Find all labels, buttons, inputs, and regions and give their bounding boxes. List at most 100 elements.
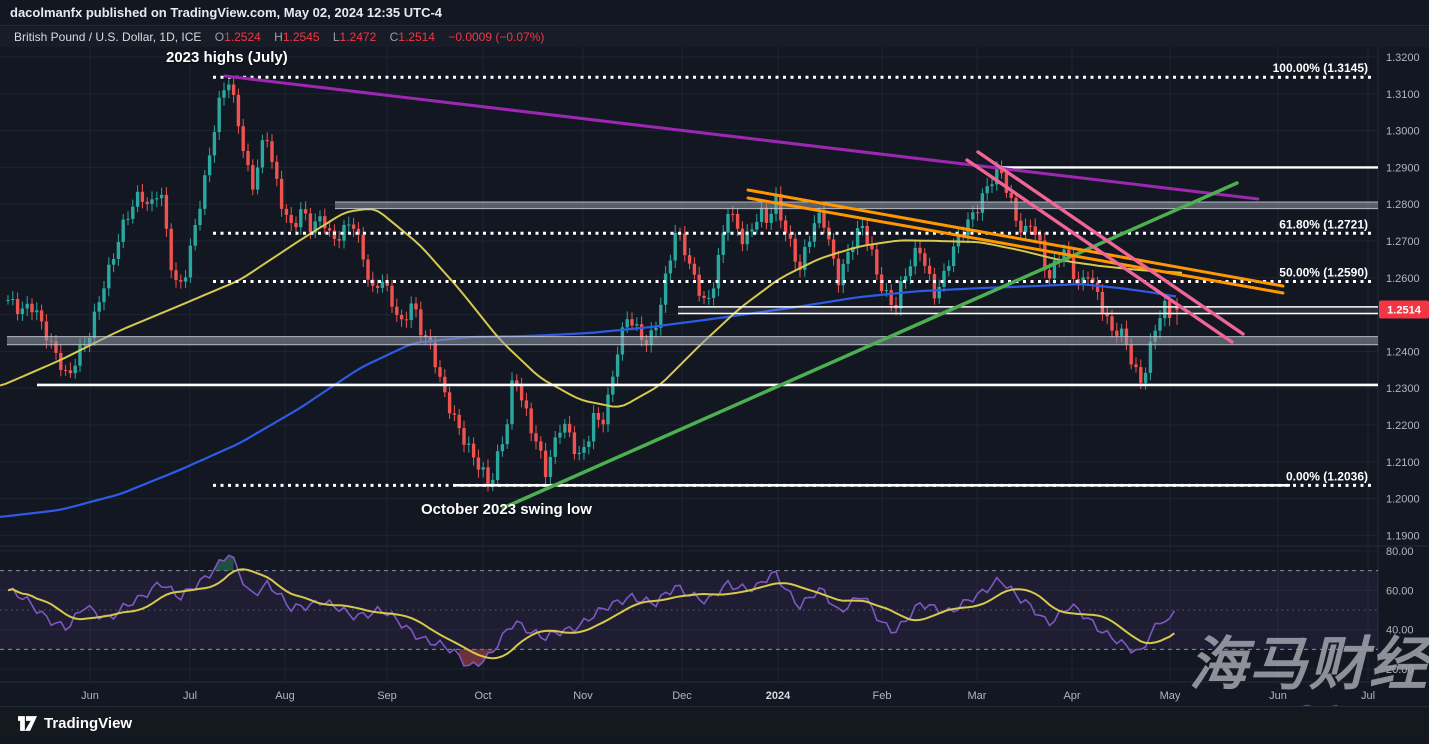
candle-body [266, 140, 269, 141]
candle-body [122, 220, 125, 242]
candle-body [30, 304, 33, 312]
tradingview-logo[interactable]: TradingView [18, 715, 132, 732]
resistance-zone-1.2800[interactable] [335, 202, 1378, 209]
annotation-oct-2023-low[interactable]: October 2023 swing low [421, 501, 592, 518]
candle-body [1120, 329, 1123, 336]
price-tick: 1.1900 [1386, 530, 1420, 542]
time-tick[interactable]: Oct [474, 690, 491, 702]
candle-body [347, 225, 350, 226]
candle-body [1130, 344, 1133, 364]
chart-area[interactable]: 1.32001.31001.30001.29001.28001.27001.26… [0, 47, 1429, 739]
rsi-tick: 20.00 [1386, 664, 1414, 676]
candle-body [232, 84, 235, 94]
ma-slow-line [0, 284, 1176, 517]
candle-body [602, 420, 605, 425]
candle-body [558, 433, 561, 438]
rsi-tick: 60.00 [1386, 585, 1414, 597]
time-tick[interactable]: Sep [377, 690, 397, 702]
candle-body [914, 248, 917, 267]
candle-body [630, 319, 633, 325]
time-tick[interactable]: Jul [183, 690, 197, 702]
time-tick[interactable]: Mar [968, 690, 987, 702]
candle-body [506, 424, 509, 444]
candle-body [808, 242, 811, 247]
pivot-zone-1.2510[interactable] [678, 307, 1378, 314]
candle-body [21, 308, 24, 314]
candle-body [942, 271, 945, 287]
candle-body [578, 453, 581, 454]
candle-body [419, 309, 422, 335]
candle-body [26, 304, 29, 309]
candle-body [448, 392, 451, 413]
price-tick: 1.2600 [1386, 273, 1420, 285]
low-value: 1.2472 [340, 30, 377, 44]
candle-body [246, 151, 249, 165]
price-tick: 1.3100 [1386, 89, 1420, 101]
symbol-title[interactable]: British Pound / U.S. Dollar, 1D, ICE [14, 30, 201, 44]
time-tick[interactable]: 2024 [766, 690, 791, 702]
candle-body [626, 319, 629, 327]
candle-body [400, 315, 403, 319]
candle-body [784, 220, 787, 233]
time-tick[interactable]: Jun [81, 690, 99, 702]
high-value: 1.2545 [283, 30, 320, 44]
price-chart-canvas[interactable]: 1.32001.31001.30001.29001.28001.27001.26… [0, 47, 1429, 739]
candle-body [74, 366, 77, 374]
candle-body [1115, 331, 1118, 336]
candle-body [261, 140, 264, 167]
candle-body [1158, 318, 1161, 330]
price-tick: 1.2800 [1386, 199, 1420, 211]
candle-body [338, 239, 341, 241]
downtrend-purple[interactable] [225, 76, 1258, 199]
candle-body [861, 226, 864, 228]
candle-body [328, 228, 331, 230]
rsi-tick: 80.00 [1386, 546, 1414, 558]
candle-body [213, 132, 216, 155]
time-tick[interactable]: May [1160, 690, 1181, 702]
candle-body [765, 208, 768, 223]
candle-body [107, 265, 110, 289]
candle-body [885, 290, 888, 291]
candle-body [438, 367, 441, 377]
candle-body [554, 437, 557, 456]
footer-bar: TradingView [0, 706, 1429, 739]
time-tick[interactable]: Aug [275, 690, 295, 702]
candle-body [189, 246, 192, 278]
candle-body [1005, 173, 1008, 193]
close-value: 1.2514 [398, 30, 435, 44]
candle-body [933, 274, 936, 298]
candle-body [136, 192, 139, 207]
candle-body [635, 324, 638, 325]
time-tick[interactable]: Nov [573, 690, 593, 702]
close-letter: C [390, 30, 399, 44]
candle-body [592, 413, 595, 441]
low-letter: L [333, 30, 340, 44]
candle-body [534, 433, 537, 441]
candle-body [477, 458, 480, 470]
candle-body [971, 212, 974, 219]
candle-body [390, 286, 393, 307]
candle-body [458, 415, 461, 428]
time-tick[interactable]: Feb [873, 690, 892, 702]
candle-body [587, 441, 590, 447]
candle-body [491, 480, 494, 484]
time-tick[interactable]: Dec [672, 690, 692, 702]
candle-body [290, 215, 293, 223]
candle-body [98, 302, 101, 312]
candle-body [1144, 373, 1147, 383]
candle-body [938, 287, 941, 298]
candle-body [923, 253, 926, 266]
candle-body [155, 198, 158, 199]
symbol-legend[interactable]: British Pound / U.S. Dollar, 1D, ICE O1.… [0, 27, 1429, 47]
candle-body [794, 239, 797, 262]
candle-body [1072, 256, 1075, 279]
time-tick[interactable]: Jul [1361, 690, 1375, 702]
support-zone-1.2430[interactable] [7, 337, 1378, 345]
candle-body [693, 264, 696, 275]
publish-bar: dacolmanfx published on TradingView.com,… [0, 0, 1429, 26]
candle-body [184, 277, 187, 281]
time-tick[interactable]: Apr [1063, 690, 1080, 702]
time-tick[interactable]: Jun [1269, 690, 1287, 702]
annotation-2023-highs[interactable]: 2023 highs (July) [166, 49, 288, 66]
candle-body [717, 255, 720, 288]
